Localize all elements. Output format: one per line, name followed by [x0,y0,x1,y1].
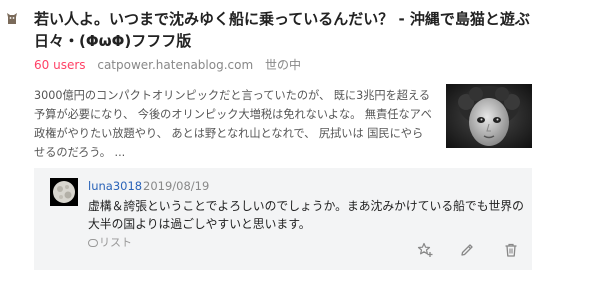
entry-category[interactable]: 世の中 [265,58,301,72]
entry-thumbnail[interactable] [446,84,532,148]
add-star-icon[interactable] [417,242,433,258]
comment-text: 虚構＆誇張ということでよろしいのでしょうか。まあ沈みかけている船でも世界の大半の… [88,199,524,231]
entry-domain[interactable]: catpower.hatenablog.com [97,58,253,72]
bookmark-users-count[interactable]: 60 users [34,58,86,72]
link-icon [88,239,98,247]
entry-meta: 60 users catpower.hatenablog.com 世の中 [34,57,301,73]
moon-avatar-icon[interactable] [50,178,78,206]
list-link[interactable]: リスト [88,235,132,251]
list-label: リスト [99,236,132,249]
entry-excerpt: 3000億円のコンパクトオリンピックだと言っていたのが、 既に3兆円を超える予算… [34,89,432,159]
comment-username[interactable]: luna3018 [88,178,142,194]
entry-title[interactable]: 若い人よ。いつまで沈みゆく船に乗っているんだい？ - 沖縄で島猫と遊ぶ日々・(Φ… [34,8,574,52]
delete-icon[interactable] [503,242,519,258]
comment-date[interactable]: 2019/08/19 [143,178,209,194]
bookmark-comment: luna3018 2019/08/19 虚構＆誇張ということでよろしいのでしょう… [34,168,532,270]
edit-icon[interactable] [459,242,475,258]
cat-favicon-icon [6,10,18,24]
